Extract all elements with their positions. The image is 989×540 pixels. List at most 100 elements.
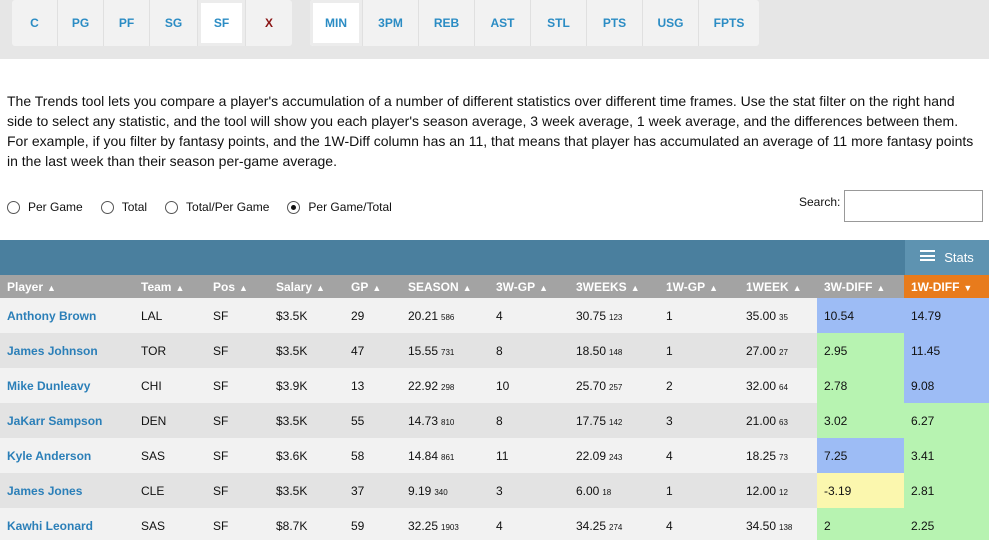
three-week-gp-cell: 8 bbox=[489, 333, 569, 368]
three-week-diff-cell-value: 7.25 bbox=[824, 448, 848, 463]
three-week-diff-cell: 2 bbox=[817, 508, 904, 540]
search-input[interactable] bbox=[844, 190, 983, 222]
position-cell: SF bbox=[206, 473, 269, 508]
player-name-link[interactable]: Anthony Brown bbox=[0, 298, 134, 333]
sort-up-icon: ▲ bbox=[372, 282, 382, 293]
column-header-1w-gp[interactable]: 1W-GP ▲ bbox=[659, 275, 739, 298]
player-name-link-value[interactable]: Kyle Anderson bbox=[7, 449, 91, 463]
player-name-link[interactable]: James Jones bbox=[0, 473, 134, 508]
position-cell-value: SF bbox=[213, 308, 229, 323]
radio-button-icon[interactable] bbox=[165, 200, 179, 214]
column-header-gp[interactable]: GP ▲ bbox=[344, 275, 401, 298]
three-week-avg-cell: 22.09 243 bbox=[569, 438, 659, 473]
season-avg-cell-value: 15.55 bbox=[408, 343, 439, 358]
three-week-avg-cell-value: 18.50 bbox=[576, 343, 607, 358]
player-name-link[interactable]: Mike Dunleavy bbox=[0, 368, 134, 403]
position-cell-value: SF bbox=[213, 483, 229, 498]
three-week-gp-cell-value: 4 bbox=[496, 308, 503, 323]
clear-position-filter-button[interactable]: X bbox=[246, 0, 292, 46]
three-week-diff-cell-value: 2.95 bbox=[824, 343, 848, 358]
one-week-gp-cell: 4 bbox=[659, 508, 739, 540]
stat-filter-3pm[interactable]: 3PM bbox=[363, 0, 419, 46]
column-header-3w-gp[interactable]: 3W-GP ▲ bbox=[489, 275, 569, 298]
player-name-link[interactable]: James Johnson bbox=[0, 333, 134, 368]
stat-filter-usg[interactable]: USG bbox=[643, 0, 699, 46]
one-week-diff-cell: 2.25 bbox=[904, 508, 989, 540]
team-cell-value: SAS bbox=[141, 518, 166, 533]
radio-per-game-total[interactable]: Per Game/Total bbox=[287, 200, 392, 214]
one-week-avg-cell-value: 12.00 bbox=[746, 483, 777, 498]
position-filter-pg[interactable]: PG bbox=[58, 0, 104, 46]
three-week-diff-cell-value: 10.54 bbox=[824, 308, 855, 323]
radio-per-game[interactable]: Per Game bbox=[7, 200, 83, 214]
position-filter-c[interactable]: C bbox=[12, 0, 58, 46]
total-value: 27 bbox=[779, 347, 788, 357]
position-filter-pf[interactable]: PF bbox=[104, 0, 150, 46]
position-filter-sg[interactable]: SG bbox=[150, 0, 198, 46]
games-played-cell: 37 bbox=[344, 473, 401, 508]
three-week-diff-cell-value: 2.78 bbox=[824, 378, 848, 393]
view-mode-radio-group: Per Game Total Total/Per Game Per Game/T… bbox=[7, 200, 410, 214]
column-header-pos[interactable]: Pos ▲ bbox=[206, 275, 269, 298]
one-week-gp-cell-value: 2 bbox=[666, 378, 673, 393]
player-name-link[interactable]: Kawhi Leonard bbox=[0, 508, 134, 540]
radio-button-icon[interactable] bbox=[7, 200, 20, 214]
total-value: 274 bbox=[609, 522, 623, 532]
stat-filter-min[interactable]: MIN bbox=[310, 0, 363, 46]
stat-filter-ast[interactable]: AST bbox=[475, 0, 531, 46]
player-name-link-value[interactable]: Mike Dunleavy bbox=[7, 379, 90, 393]
one-week-avg-cell: 35.00 35 bbox=[739, 298, 817, 333]
salary-cell: $3.5K bbox=[269, 298, 344, 333]
one-week-gp-cell: 3 bbox=[659, 403, 739, 438]
column-header-player[interactable]: Player ▲ bbox=[0, 275, 134, 298]
column-header-1w-diff[interactable]: 1W-DIFF ▼ bbox=[904, 275, 989, 298]
player-name-link[interactable]: Kyle Anderson bbox=[0, 438, 134, 473]
column-header-season[interactable]: SEASON ▲ bbox=[401, 275, 489, 298]
one-week-diff-cell-value: 2.25 bbox=[911, 518, 935, 533]
player-name-link-value[interactable]: JaKarr Sampson bbox=[7, 414, 102, 428]
player-name-link[interactable]: JaKarr Sampson bbox=[0, 403, 134, 438]
one-week-gp-cell: 1 bbox=[659, 298, 739, 333]
column-header-team[interactable]: Team ▲ bbox=[134, 275, 206, 298]
three-week-gp-cell-value: 8 bbox=[496, 413, 503, 428]
column-header-3w-diff[interactable]: 3W-DIFF ▲ bbox=[817, 275, 904, 298]
three-week-avg-cell: 25.70 257 bbox=[569, 368, 659, 403]
total-value: 18 bbox=[602, 487, 612, 497]
team-cell: TOR bbox=[134, 333, 206, 368]
column-header-3weeks[interactable]: 3WEEKS ▲ bbox=[569, 275, 659, 298]
menu-icon bbox=[920, 250, 936, 261]
season-avg-cell: 14.84 861 bbox=[401, 438, 489, 473]
stat-filter-pts[interactable]: PTS bbox=[587, 0, 643, 46]
games-played-cell-value: 37 bbox=[351, 483, 365, 498]
team-cell: SAS bbox=[134, 438, 206, 473]
total-value: 731 bbox=[441, 347, 455, 357]
stat-filter-stl[interactable]: STL bbox=[531, 0, 587, 46]
season-avg-cell: 9.19 340 bbox=[401, 473, 489, 508]
one-week-diff-cell: 6.27 bbox=[904, 403, 989, 438]
player-name-link-value[interactable]: Anthony Brown bbox=[7, 309, 96, 323]
one-week-gp-cell-value: 1 bbox=[666, 308, 673, 323]
one-week-gp-cell-value: 1 bbox=[666, 483, 673, 498]
stat-filter-reb[interactable]: REB bbox=[419, 0, 475, 46]
games-played-cell: 13 bbox=[344, 368, 401, 403]
season-avg-cell-value: 20.21 bbox=[408, 308, 439, 323]
games-played-cell: 58 bbox=[344, 438, 401, 473]
sort-up-icon: ▲ bbox=[630, 282, 640, 293]
radio-button-icon[interactable] bbox=[100, 200, 114, 214]
column-header-salary[interactable]: Salary ▲ bbox=[269, 275, 344, 298]
player-name-link-value[interactable]: Kawhi Leonard bbox=[7, 519, 93, 533]
radio-total[interactable]: Total bbox=[100, 200, 147, 214]
sort-up-icon: ▲ bbox=[316, 282, 325, 293]
total-value: 861 bbox=[441, 452, 455, 462]
radio-total-per-game[interactable]: Total/Per Game bbox=[165, 200, 269, 214]
table-row: Kyle Anderson SAS SF $3.6K 58 14.84 861 11 22.09… bbox=[0, 438, 989, 473]
player-name-link-value[interactable]: James Jones bbox=[7, 484, 82, 498]
position-filter-sf[interactable]: SF bbox=[198, 0, 246, 46]
player-name-link-value[interactable]: James Johnson bbox=[7, 344, 98, 358]
stat-filter-fpts[interactable]: FPTS bbox=[699, 0, 759, 46]
total-value: 243 bbox=[609, 452, 623, 462]
radio-button-checked-icon[interactable] bbox=[287, 200, 301, 214]
column-header-1week[interactable]: 1WEEK ▲ bbox=[739, 275, 817, 298]
stats-column-toggle-button[interactable]: Stats bbox=[905, 240, 989, 275]
season-avg-cell-value: 32.25 bbox=[408, 518, 439, 533]
